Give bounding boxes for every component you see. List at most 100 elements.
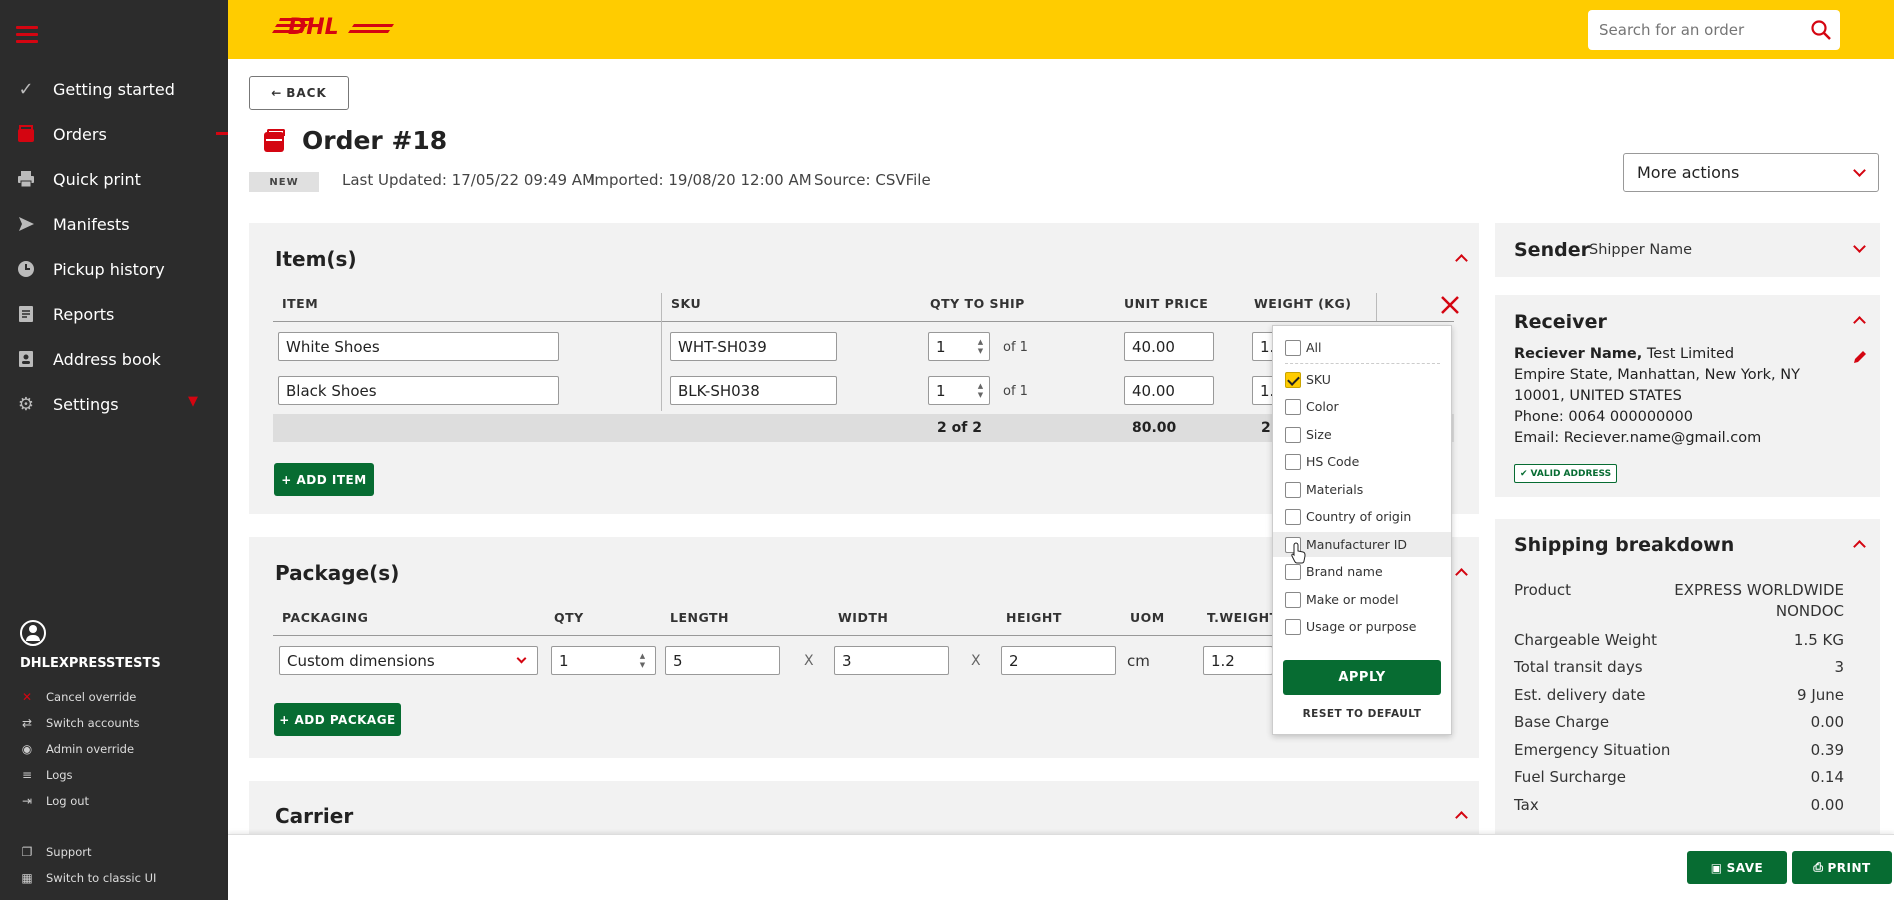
svg-text:DHL: DHL <box>288 15 339 40</box>
item-name-input[interactable]: White Shoes <box>278 332 559 361</box>
option-label: Brand name <box>1306 564 1383 579</box>
order-source: Source: CSVFile <box>814 171 931 189</box>
unit-price-input[interactable]: 40.00 <box>1124 376 1214 405</box>
checkbox[interactable] <box>1285 481 1301 498</box>
checkbox[interactable] <box>1285 591 1301 608</box>
add-package-button[interactable]: + ADD PACKAGE <box>274 703 401 736</box>
link-label: Admin override <box>46 742 135 756</box>
sidebar-item-reports[interactable]: Reports <box>0 292 228 336</box>
qty-of-label: of 1 <box>1003 384 1028 399</box>
search-input[interactable] <box>1599 21 1804 39</box>
uom-value: cm <box>1127 652 1150 670</box>
log-out-link[interactable]: ⇥ Log out <box>20 791 89 811</box>
sku-input[interactable]: WHT-SH039 <box>670 332 837 361</box>
option-hs-code[interactable]: HS Code <box>1273 449 1451 474</box>
breakdown-label: Emergency Situation <box>1514 741 1671 759</box>
edit-pencil-icon[interactable] <box>1852 349 1868 365</box>
sidebar-item-getting-started[interactable]: ✓ Getting started <box>0 67 228 111</box>
save-label: SAVE <box>1726 860 1764 875</box>
height-input[interactable]: 2 <box>1001 646 1116 675</box>
option-all[interactable]: All <box>1273 335 1451 360</box>
search-box <box>1588 10 1840 50</box>
arrow-left-icon: ← <box>271 86 283 100</box>
checkbox-checked[interactable] <box>1285 371 1301 388</box>
stepper-arrows-icon[interactable]: ▲ ▼ <box>976 338 985 356</box>
sidebar-item-label: Orders <box>53 124 107 144</box>
unit-price-input[interactable]: 40.00 <box>1124 332 1214 361</box>
stepper-arrows-icon[interactable]: ▲ ▼ <box>976 382 985 400</box>
sku-input[interactable]: BLK-SH038 <box>670 376 837 405</box>
option-color[interactable]: Color <box>1273 394 1451 419</box>
checkbox[interactable] <box>1285 398 1301 415</box>
apply-button[interactable]: APPLY <box>1283 660 1441 695</box>
sidebar-item-manifests[interactable]: Manifests <box>0 202 228 246</box>
save-disk-icon: ▣ <box>1710 860 1723 875</box>
packaging-select[interactable]: Custom dimensions <box>279 646 538 675</box>
option-usage-or-purpose[interactable]: Usage or purpose <box>1273 614 1451 639</box>
dhl-logo[interactable]: DHL <box>272 14 394 40</box>
option-make-or-model[interactable]: Make or model <box>1273 587 1451 612</box>
breakdown-label: Base Charge <box>1514 713 1610 731</box>
support-link[interactable]: ❐ Support <box>20 842 92 862</box>
last-updated: Last Updated: 17/05/22 09:49 AM <box>342 171 596 189</box>
gear-icon: ⚙ <box>17 393 35 415</box>
option-materials[interactable]: Materials <box>1273 477 1451 502</box>
link-label: Logs <box>46 768 73 782</box>
add-item-button[interactable]: + ADD ITEM <box>274 463 374 496</box>
checkbox[interactable] <box>1285 426 1301 443</box>
valid-address-badge: ✔ VALID ADDRESS <box>1514 464 1618 483</box>
checkbox[interactable] <box>1285 563 1301 580</box>
receiver-name-line: Reciever Name, Test Limited <box>1514 346 1734 362</box>
receiver-address-1: Empire State, Manhattan, New York, NY <box>1514 367 1800 383</box>
search-icon[interactable] <box>1810 19 1832 41</box>
more-actions-label: More actions <box>1637 163 1740 182</box>
admin-override-link[interactable]: ◉ Admin override <box>20 739 134 759</box>
qty-of-label: of 1 <box>1003 340 1028 355</box>
checkbox[interactable] <box>1285 508 1301 525</box>
length-input[interactable]: 5 <box>665 646 780 675</box>
option-sku[interactable]: SKU <box>1273 367 1451 392</box>
qty-stepper[interactable]: 1 ▲ ▼ <box>928 376 990 405</box>
sidebar-item-address-book[interactable]: Address book <box>0 337 228 381</box>
logs-link[interactable]: ≡ Logs <box>20 765 73 785</box>
option-size[interactable]: Size <box>1273 422 1451 447</box>
hamburger-menu-icon[interactable] <box>16 26 38 43</box>
clock-icon <box>16 259 36 279</box>
option-label: Country of origin <box>1306 509 1412 524</box>
breakdown-value: 0.39 <box>1810 741 1844 759</box>
breakdown-label: Fuel Surcharge <box>1514 768 1626 786</box>
back-button[interactable]: ← BACK <box>249 76 349 110</box>
sidebar-item-quick-print[interactable]: Quick print <box>0 157 228 201</box>
package-qty-stepper[interactable]: 1 ▲ ▼ <box>551 646 656 675</box>
stepper-arrows-icon[interactable]: ▲ ▼ <box>638 652 647 670</box>
sidebar-item-pickup-history[interactable]: Pickup history <box>0 247 228 291</box>
option-country-of-origin[interactable]: Country of origin <box>1273 504 1451 529</box>
breakdown-value: EXPRESS WORLDWIDE <box>1674 581 1844 599</box>
item-name-input[interactable]: Black Shoes <box>278 376 559 405</box>
col-width: WIDTH <box>838 610 889 625</box>
send-icon <box>16 214 36 234</box>
switch-accounts-link[interactable]: ⇄ Switch accounts <box>20 713 140 733</box>
cancel-override-link[interactable]: ✕ Cancel override <box>20 687 136 707</box>
badge-label: VALID ADDRESS <box>1530 468 1612 479</box>
breakdown-value-cont: NONDOC <box>1775 602 1844 620</box>
sidebar-item-settings[interactable]: ⚙ Settings ▼ <box>0 382 228 426</box>
package-weight-input[interactable]: 1.2 <box>1203 646 1273 675</box>
option-label: Usage or purpose <box>1306 619 1417 634</box>
qty-stepper[interactable]: 1 ▲ ▼ <box>928 332 990 361</box>
checkbox[interactable] <box>1285 339 1301 356</box>
close-column-menu-icon[interactable] <box>1440 295 1460 315</box>
more-actions-select[interactable]: More actions <box>1623 153 1879 192</box>
check-icon: ✓ <box>18 78 34 100</box>
width-input[interactable]: 3 <box>834 646 949 675</box>
print-button[interactable]: ⎙ PRINT <box>1792 851 1892 884</box>
receiver-name: Reciever Name, <box>1514 346 1643 362</box>
reset-to-default-button[interactable]: RESET TO DEFAULT <box>1273 708 1451 720</box>
breakdown-value: 0.00 <box>1810 796 1844 814</box>
checkbox[interactable] <box>1285 618 1301 635</box>
checkbox[interactable] <box>1285 453 1301 470</box>
receiver-phone: Phone: 0064 000000000 <box>1514 409 1693 425</box>
sidebar-item-orders[interactable]: Orders <box>0 112 228 156</box>
save-button[interactable]: ▣ SAVE <box>1687 851 1787 884</box>
classic-ui-link[interactable]: ▦ Switch to classic UI <box>20 868 156 888</box>
